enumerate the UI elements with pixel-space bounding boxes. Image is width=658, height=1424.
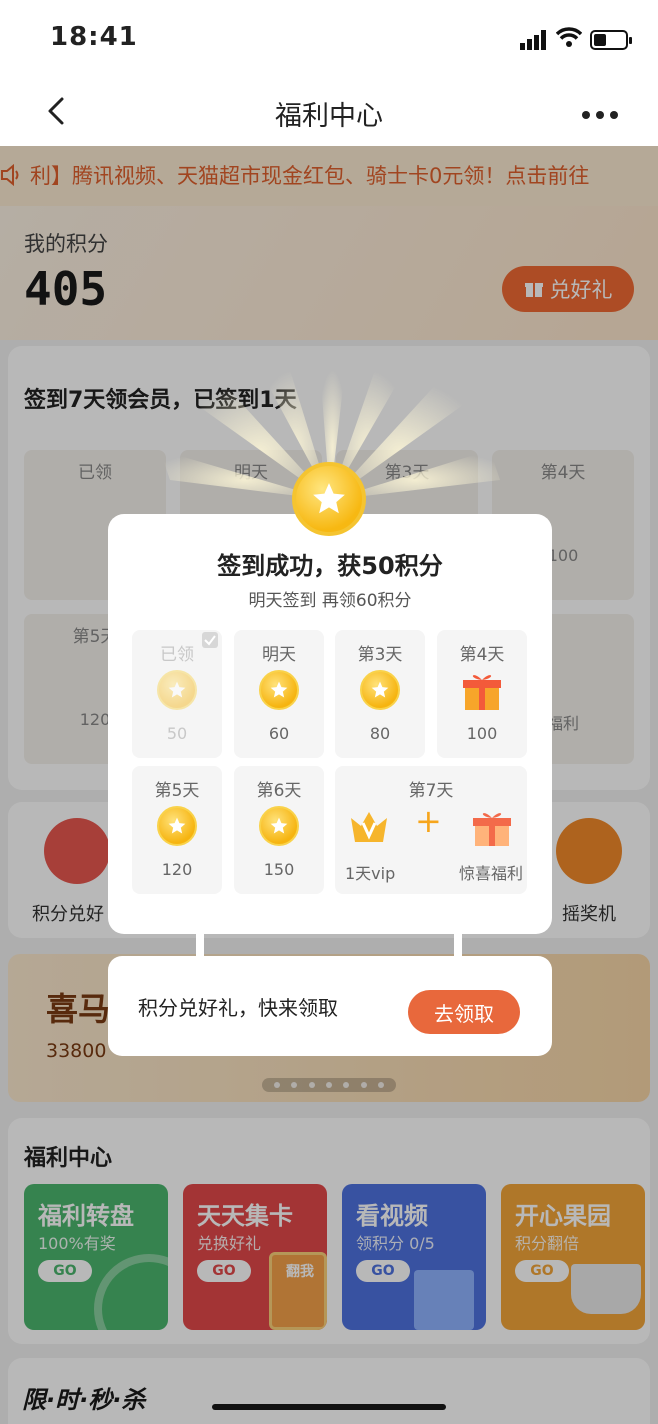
star-coin-icon (259, 670, 299, 710)
battery-icon (590, 30, 632, 50)
modal-title: 签到成功，获50积分 (217, 552, 443, 580)
connector (454, 932, 462, 956)
surprise-gift-icon (473, 813, 511, 846)
star-coin-icon (292, 462, 366, 536)
claim-button[interactable]: 去领取 (408, 990, 520, 1034)
checkmark-icon (202, 632, 218, 648)
star-coin-icon (157, 806, 197, 846)
day-tile-7: 第7天 + 1天vip 惊喜福利 (335, 766, 527, 894)
plus-icon: + (415, 802, 442, 840)
star-coin-icon (157, 670, 197, 710)
day-tile-5: 第5天 120 (132, 766, 222, 894)
day-tile-2: 明天 60 (234, 630, 324, 758)
home-indicator[interactable] (212, 1404, 446, 1410)
status-time: 18:41 (50, 22, 138, 52)
gift-icon (463, 675, 501, 710)
connector (196, 932, 204, 956)
more-options-icon[interactable] (582, 104, 626, 119)
star-coin-icon (360, 670, 400, 710)
star-coin-icon (259, 806, 299, 846)
page-title: 福利中心 (275, 101, 383, 132)
day-tile-1: 已领 50 (132, 630, 222, 758)
tip-text: 积分兑好礼，快来领取 (138, 996, 338, 1020)
day-tile-3: 第3天 80 (335, 630, 425, 758)
day-tile-6: 第6天 150 (234, 766, 324, 894)
cellular-signal-icon (520, 30, 546, 50)
modal-subtitle: 明天签到 再领60积分 (248, 591, 412, 611)
wifi-icon (556, 27, 582, 47)
day-tile-4: 第4天 100 (437, 630, 527, 758)
vip-crown-icon (351, 812, 387, 842)
